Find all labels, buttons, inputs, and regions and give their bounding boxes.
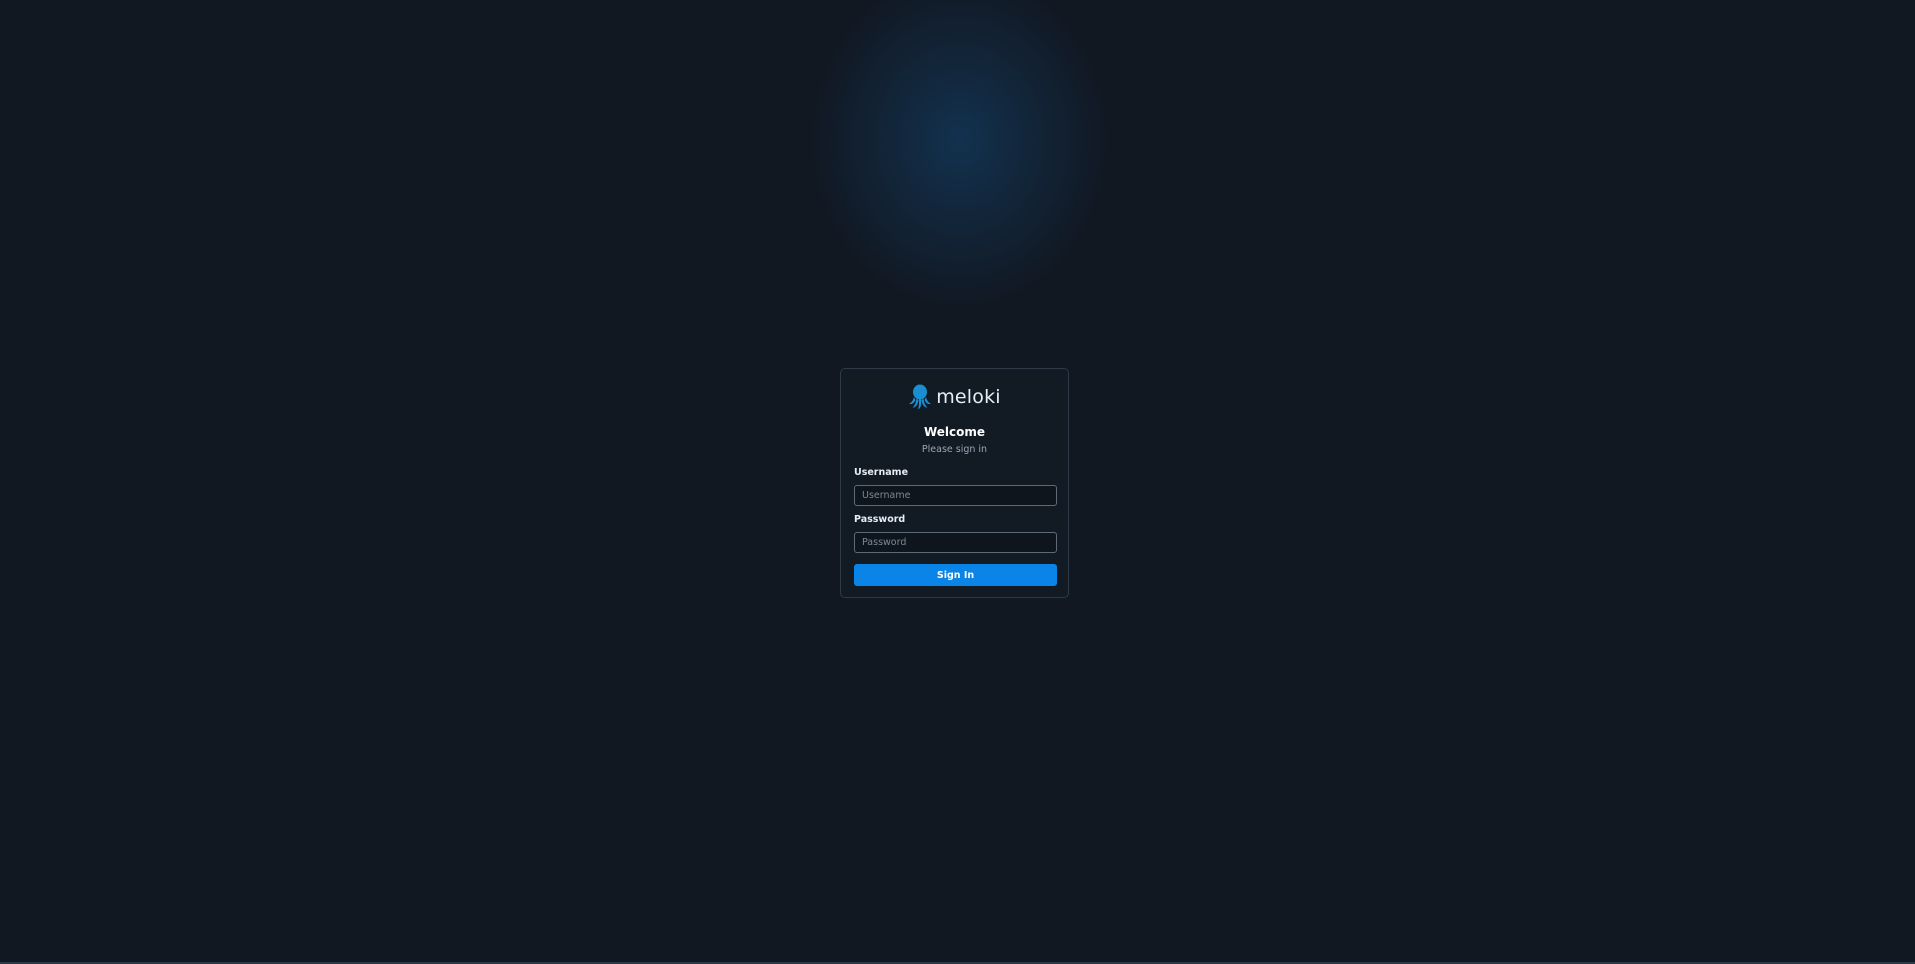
username-label: Username bbox=[854, 467, 909, 478]
sign-in-button[interactable]: Sign In bbox=[854, 564, 1057, 586]
brand-name: meloki bbox=[936, 386, 1001, 408]
login-card: meloki Welcome Please sign in Username P… bbox=[840, 368, 1069, 598]
password-input[interactable] bbox=[854, 532, 1057, 553]
welcome-title: Welcome bbox=[923, 425, 986, 439]
signin-subtitle: Please sign in bbox=[921, 444, 988, 455]
username-input[interactable] bbox=[854, 485, 1057, 506]
octopus-icon bbox=[909, 384, 932, 409]
login-screen: meloki Welcome Please sign in Username P… bbox=[0, 0, 1915, 964]
password-label: Password bbox=[854, 514, 906, 525]
brand-header: meloki bbox=[841, 384, 1068, 410]
